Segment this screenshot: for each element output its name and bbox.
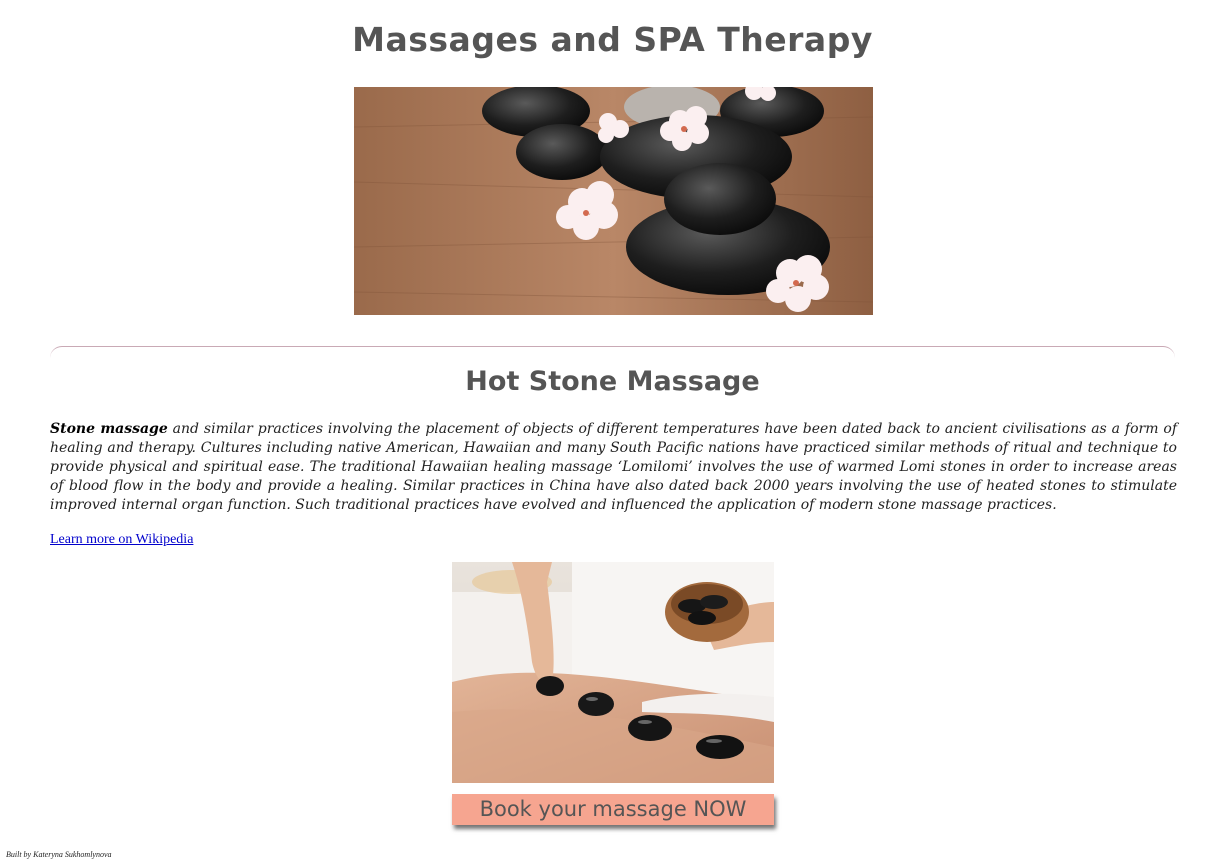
section-description: Stone massage and similar practices invo… <box>50 420 1177 515</box>
hot-stones-image <box>354 87 873 315</box>
description-lead: Stone massage <box>50 421 168 437</box>
section-title: Hot Stone Massage <box>465 366 760 397</box>
book-massage-button[interactable]: Book your massage NOW <box>452 794 774 825</box>
section-divider <box>50 346 1175 358</box>
description-body: and similar practices involving the plac… <box>50 421 1178 513</box>
footer-credit: Built by Kateryna Sukhomlynova <box>6 850 112 859</box>
wikipedia-link[interactable]: Learn more on Wikipedia <box>50 532 193 548</box>
hot-stone-massage-image <box>452 562 774 783</box>
page-title: Massages and SPA Therapy <box>352 20 873 59</box>
